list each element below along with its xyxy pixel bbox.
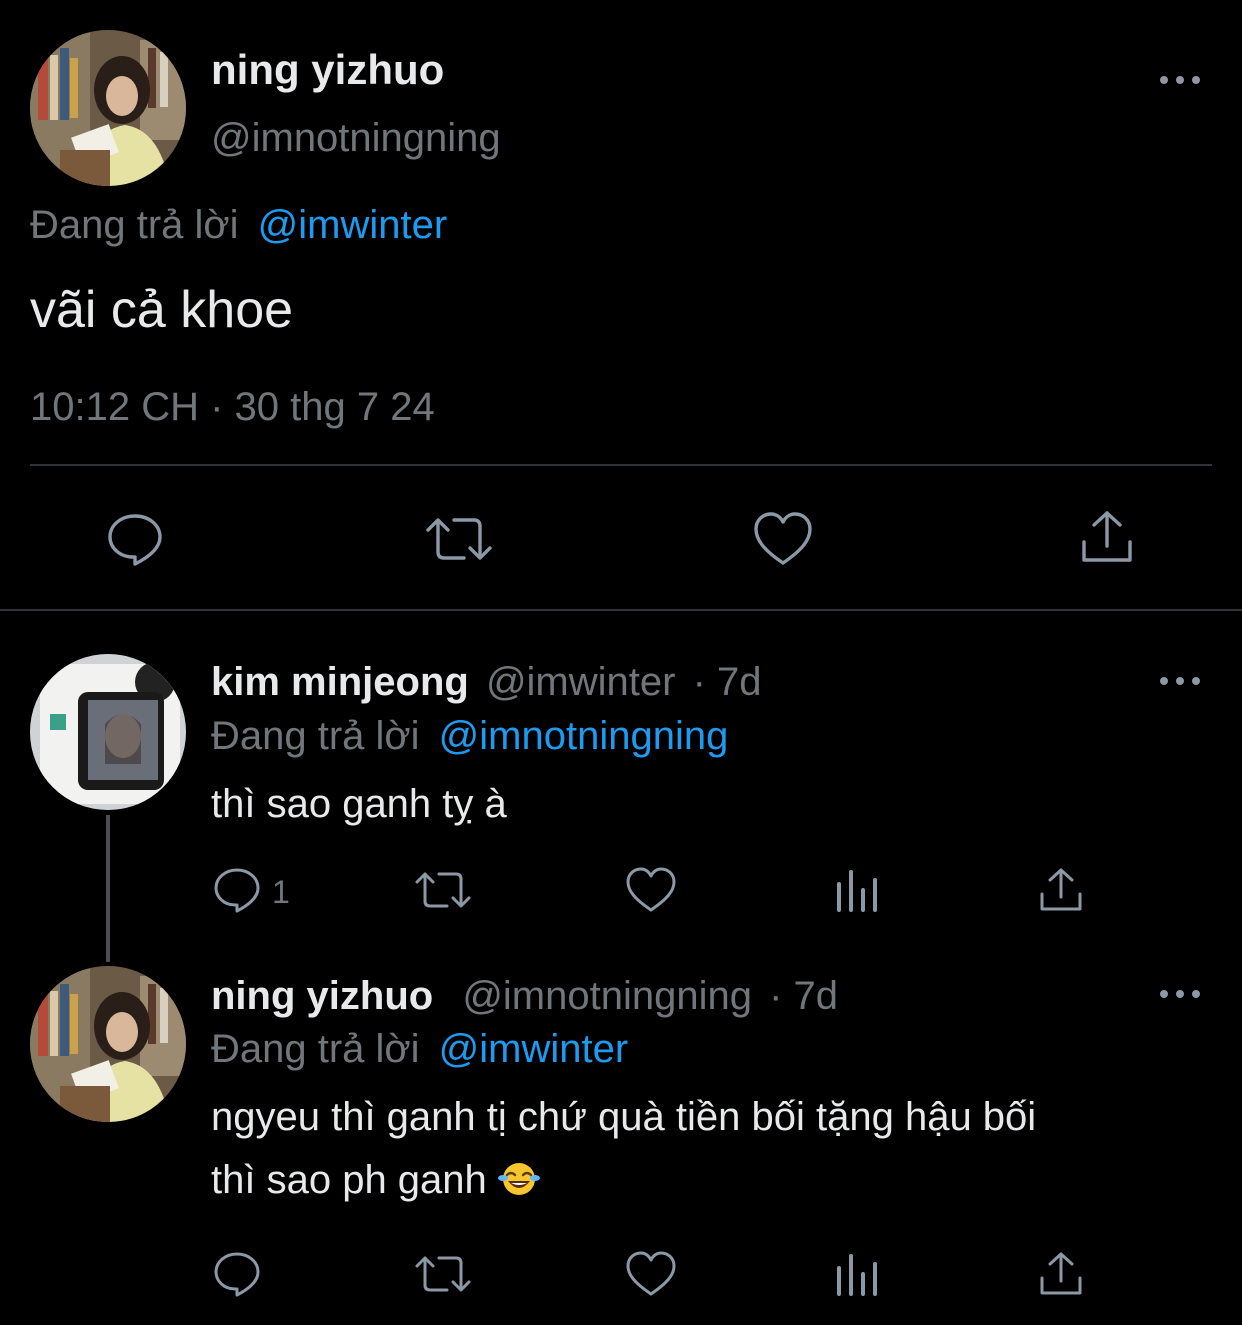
like-icon[interactable] (625, 1250, 677, 1298)
share-icon[interactable] (1078, 508, 1136, 566)
replying-to-link[interactable]: @imwinter (439, 1027, 629, 1071)
reply-header: ning yizhuo @imnotningning · 7d (211, 974, 838, 1019)
display-name[interactable]: ning yizhuo (211, 974, 433, 1018)
replying-prefix: Đang trả lời (211, 1027, 420, 1071)
avatar[interactable] (30, 654, 186, 810)
replying-to-line: Đang trả lời @imnotningning (211, 714, 728, 759)
timestamp[interactable]: 10:12 CH · 30 thg 7 24 (30, 385, 435, 430)
tweet-text-line-2-row: thì sao ph ganh (211, 1158, 540, 1203)
display-name[interactable]: kim minjeong (211, 660, 469, 704)
handle[interactable]: @imnotningning (462, 974, 752, 1018)
reply-count: 1 (272, 874, 290, 910)
tweet-text: vãi cả khoe (30, 281, 294, 339)
divider (30, 464, 1212, 466)
share-icon[interactable] (1038, 866, 1084, 914)
tweet-age[interactable]: · 7d (693, 660, 762, 704)
replying-to-line: Đang trả lời @imwinter (211, 1027, 628, 1072)
tweet-text-line-1: ngyeu thì ganh tị chứ quà tiền bối tặng … (211, 1095, 1037, 1139)
reply-icon[interactable] (106, 510, 164, 568)
handle[interactable]: @imnotningning (211, 116, 501, 161)
section-divider (0, 609, 1242, 611)
replying-to-link[interactable]: @imnotningning (439, 714, 729, 758)
reply-icon[interactable] (213, 1250, 261, 1298)
tweet-text-line-2: thì sao ph ganh (211, 1158, 487, 1202)
replying-prefix: Đang trả lời (211, 714, 420, 758)
reply-header: kim minjeong @imwinter · 7d (211, 660, 762, 705)
like-icon[interactable] (625, 866, 677, 914)
avatar[interactable] (30, 30, 186, 186)
replying-to-link[interactable]: @imwinter (258, 203, 448, 247)
handle[interactable]: @imwinter (486, 660, 676, 704)
tweet-text: thì sao ganh tỵ à (211, 782, 507, 826)
tweet-age[interactable]: · 7d (769, 974, 838, 1018)
retweet-icon[interactable] (414, 866, 472, 914)
analytics-icon[interactable] (834, 866, 880, 914)
replying-to-line: Đang trả lời @imwinter (30, 203, 447, 248)
analytics-icon[interactable] (834, 1250, 880, 1298)
retweet-icon[interactable] (414, 1250, 472, 1298)
more-options-icon[interactable] (1160, 988, 1200, 1000)
more-options-icon[interactable] (1160, 74, 1200, 86)
thread-line (106, 815, 110, 962)
reply-icon[interactable] (213, 866, 261, 914)
like-icon[interactable] (752, 510, 814, 568)
face-with-tears-of-joy-icon (497, 1161, 540, 1197)
more-options-icon[interactable] (1160, 675, 1200, 687)
share-icon[interactable] (1038, 1250, 1084, 1298)
avatar[interactable] (30, 966, 186, 1122)
replying-prefix: Đang trả lời (30, 203, 239, 247)
display-name[interactable]: ning yizhuo (211, 46, 444, 94)
retweet-icon[interactable] (424, 510, 494, 568)
